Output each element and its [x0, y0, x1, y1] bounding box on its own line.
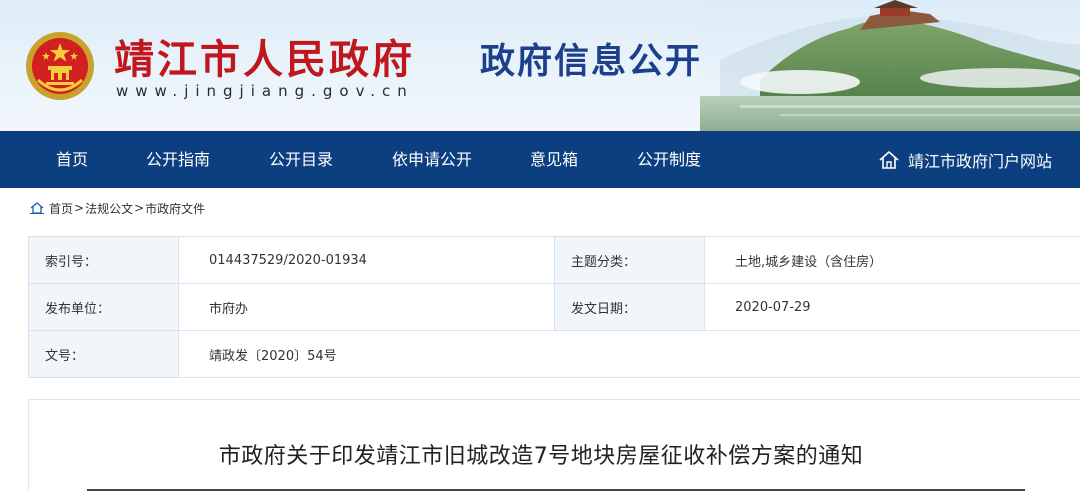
article-panel: 市政府关于印发靖江市旧城改造7号地块房屋征收补偿方案的通知 [28, 399, 1080, 491]
table-row: 发布单位： 市府办 发文日期： 2020-07-29 [28, 283, 1080, 331]
portal-link-label: 靖江市政府门户网站 [907, 151, 1052, 171]
breadcrumb: 首页 > 法规公文 > 市政府文件 [30, 199, 205, 217]
index-value: 014437529/2020-01934 [178, 236, 555, 284]
nav-item-home[interactable]: 首页 [56, 131, 88, 188]
nav-item-feedback[interactable]: 意见箱 [530, 131, 578, 188]
main-nav: 首页 公开指南 公开目录 依申请公开 意见箱 公开制度 靖江市政府门户网站 [0, 131, 1080, 188]
header-banner: 靖江市人民政府 www.jingjiang.gov.cn 政府信息公开 [0, 0, 1080, 131]
site-title: 靖江市人民政府 [114, 36, 415, 83]
publisher-value: 市府办 [178, 283, 555, 331]
breadcrumb-regulations[interactable]: 法规公文 [85, 200, 133, 217]
index-label: 索引号： [28, 236, 179, 284]
portal-link[interactable]: 靖江市政府门户网站 [878, 131, 1052, 188]
breadcrumb-separator: > [134, 201, 145, 215]
topic-value: 土地,城乡建设（含住房） [704, 236, 1080, 284]
docno-value: 靖政发〔2020〕54号 [178, 330, 1080, 378]
docno-label: 文号： [28, 330, 179, 378]
home-icon [30, 202, 44, 214]
date-label: 发文日期： [554, 283, 705, 331]
publisher-label: 发布单位： [28, 283, 179, 331]
breadcrumb-separator: > [74, 201, 85, 215]
nav-item-apply[interactable]: 依申请公开 [392, 131, 472, 188]
date-value: 2020-07-29 [704, 283, 1080, 331]
site-url: www.jingjiang.gov.cn [116, 82, 414, 100]
breadcrumb-home[interactable]: 首页 [49, 200, 73, 217]
table-row: 索引号： 014437529/2020-01934 主题分类： 土地,城乡建设（… [28, 236, 1080, 284]
article-title: 市政府关于印发靖江市旧城改造7号地块房屋征收补偿方案的通知 [218, 444, 864, 469]
nav-item-rules[interactable]: 公开制度 [637, 131, 701, 188]
table-row: 文号： 靖政发〔2020〕54号 [28, 330, 1080, 378]
document-info-table: 索引号： 014437529/2020-01934 主题分类： 土地,城乡建设（… [28, 236, 1080, 378]
national-emblem-icon [26, 32, 94, 100]
nav-item-guide[interactable]: 公开指南 [146, 131, 210, 188]
nav-item-catalog[interactable]: 公开目录 [269, 131, 333, 188]
section-title: 政府信息公开 [480, 42, 703, 82]
breadcrumb-city-documents[interactable]: 市政府文件 [145, 200, 205, 217]
home-icon [879, 150, 899, 169]
topic-label: 主题分类： [554, 236, 705, 284]
